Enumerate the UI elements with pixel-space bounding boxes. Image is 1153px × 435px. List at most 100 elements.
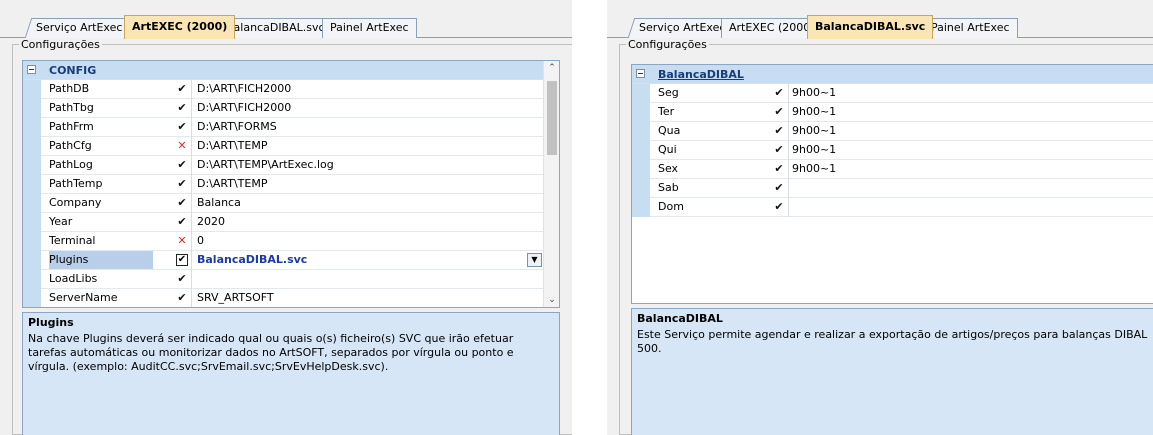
scroll-thumb[interactable] [547, 81, 557, 155]
property-name: LoadLibs [49, 272, 98, 285]
property-name: Seg [658, 86, 679, 99]
property-name: Qui [658, 143, 677, 156]
category-header[interactable]: CONFIG [23, 61, 559, 80]
property-value[interactable]: 9h00~1 [792, 160, 836, 178]
property-name: PathCfg [49, 139, 92, 152]
property-value[interactable]: D:\ART\FICH2000 [197, 99, 291, 117]
property-row[interactable]: PathDB ✔ D:\ART\FICH2000 [23, 80, 559, 99]
tab-artexec-2000[interactable]: ArtEXEC (2000) [124, 15, 236, 39]
check-icon: ✔ [774, 200, 784, 213]
property-value[interactable]: D:\ART\TEMP [197, 175, 267, 193]
description-text: Este Serviço permite agendar e realizar … [637, 328, 1148, 355]
tab-servico-artexec[interactable]: Serviço ArtExec [24, 18, 134, 38]
property-name: PathTbg [49, 101, 94, 114]
column-divider [191, 270, 192, 289]
check-icon: ✔ [177, 272, 187, 285]
check-icon: ✔ [774, 143, 784, 156]
property-value[interactable]: 9h00~1 [792, 122, 836, 140]
check-icon: ✔ [177, 177, 187, 190]
description-panel: BalancaDIBAL Este Serviço permite agenda… [631, 308, 1153, 435]
property-value[interactable]: 9h00~1 [792, 103, 836, 121]
property-row[interactable]: Qui ✔ 9h00~1 [632, 141, 1153, 160]
property-row[interactable]: Seg ✔ 9h00~1 [632, 84, 1153, 103]
row-gutter [23, 99, 41, 118]
category-header[interactable]: BalancaDIBAL [632, 65, 1153, 84]
row-gutter [23, 232, 41, 251]
column-divider [788, 160, 789, 179]
checkbox-icon[interactable]: ✔ [176, 254, 188, 266]
property-row[interactable]: Sab ✔ [632, 179, 1153, 198]
property-value[interactable]: 9h00~1 [792, 84, 836, 102]
property-value[interactable]: SRV_ARTSOFT [197, 289, 274, 307]
scroll-down-icon[interactable]: ⌄ [544, 293, 559, 307]
property-row[interactable]: PathTemp ✔ D:\ART\TEMP [23, 175, 559, 194]
check-icon: ✔ [774, 181, 784, 194]
property-rows: Seg ✔ 9h00~1 Ter ✔ 9h00~1 Qua ✔ 9h00~1 Qui ✔ 9h00~1… [632, 84, 1153, 217]
property-row[interactable]: Company ✔ Balanca [23, 194, 559, 213]
check-icon: ✔ [774, 105, 784, 118]
tab-painel-artexec[interactable]: Painel ArtExec [322, 18, 417, 38]
collapse-icon[interactable] [27, 65, 36, 74]
row-gutter [632, 84, 650, 103]
property-row[interactable]: Sex ✔ 9h00~1 [632, 160, 1153, 179]
property-value[interactable]: D:\ART\FICH2000 [197, 80, 291, 98]
row-gutter [632, 160, 650, 179]
scroll-up-icon[interactable]: ⌃ [544, 61, 559, 75]
group-title: Configurações [626, 38, 709, 51]
property-row[interactable]: Plugins ✔ BalancaDIBAL.svc ▼ [23, 251, 559, 270]
category-label: BalancaDIBAL [658, 68, 744, 81]
property-value[interactable]: 2020 [197, 213, 225, 231]
property-value[interactable]: 0 [197, 232, 204, 250]
tab-balancadibal-svc[interactable]: BalancaDIBAL.svc [807, 15, 934, 39]
column-divider [788, 141, 789, 160]
description-panel: Plugins Na chave Plugins deverá ser indi… [22, 312, 560, 435]
property-row[interactable]: ServerName ✔ SRV_ARTSOFT [23, 289, 559, 307]
property-value[interactable]: D:\ART\TEMP [197, 137, 267, 155]
left-window: Serviço ArtExec ArtEXEC (2000) BalancaDI… [0, 0, 572, 435]
vertical-scrollbar[interactable]: ⌃ ⌄ [543, 61, 559, 307]
row-gutter [23, 156, 41, 175]
description-text: Na chave Plugins deverá ser indicado qua… [28, 332, 514, 373]
property-name: Ter [658, 105, 675, 118]
row-gutter [632, 141, 650, 160]
status-cell[interactable]: ✔ [175, 251, 189, 269]
property-grid[interactable]: BalancaDIBAL Seg ✔ 9h00~1 Ter ✔ 9h00~1 Qua ✔ 9h0… [631, 64, 1153, 304]
row-gutter [23, 251, 41, 270]
property-value[interactable]: 9h00~1 [792, 141, 836, 159]
property-rows: PathDB ✔ D:\ART\FICH2000 PathTbg ✔ D:\ART\FIC… [23, 80, 559, 307]
property-row[interactable]: PathTbg ✔ D:\ART\FICH2000 [23, 99, 559, 118]
dropdown-arrow-icon[interactable]: ▼ [527, 253, 542, 267]
property-row[interactable]: PathFrm ✔ D:\ART\FORMS [23, 118, 559, 137]
property-row[interactable]: Ter ✔ 9h00~1 [632, 103, 1153, 122]
column-divider [788, 198, 789, 217]
property-row[interactable]: PathCfg ✕ D:\ART\TEMP [23, 137, 559, 156]
property-value[interactable]: D:\ART\TEMP\ArtExec.log [197, 156, 334, 174]
check-icon: ✔ [177, 120, 187, 133]
collapse-icon[interactable] [636, 69, 645, 78]
property-name: Sab [658, 181, 679, 194]
property-grid[interactable]: CONFIG PathDB ✔ D:\ART\FICH2000 PathTbg ✔ D:\… [22, 60, 560, 308]
row-gutter [23, 213, 41, 232]
tab-painel-artexec[interactable]: Painel ArtExec [923, 18, 1018, 38]
column-divider [191, 213, 192, 232]
property-value[interactable]: Balanca [197, 194, 241, 212]
property-row[interactable]: Year ✔ 2020 [23, 213, 559, 232]
check-icon: ✔ [177, 196, 187, 209]
property-value[interactable]: BalancaDIBAL.svc [197, 251, 307, 269]
property-row[interactable]: LoadLibs ✔ [23, 270, 559, 289]
property-name: Dom [658, 200, 684, 213]
property-value[interactable]: D:\ART\FORMS [197, 118, 277, 136]
column-divider [788, 179, 789, 198]
column-divider [788, 122, 789, 141]
check-icon: ✔ [177, 158, 187, 171]
property-row[interactable]: Terminal ✕ 0 [23, 232, 559, 251]
property-name: PathDB [49, 82, 90, 95]
property-row[interactable]: Dom ✔ [632, 198, 1153, 217]
property-row[interactable]: PathLog ✔ D:\ART\TEMP\ArtExec.log [23, 156, 559, 175]
row-gutter [632, 179, 650, 198]
property-name: ServerName [49, 291, 118, 304]
column-divider [191, 137, 192, 156]
tab-strip: Serviço ArtExec ArtEXEC (2000) BalancaDI… [0, 14, 572, 39]
property-row[interactable]: Qua ✔ 9h00~1 [632, 122, 1153, 141]
check-icon: ✔ [177, 291, 187, 304]
